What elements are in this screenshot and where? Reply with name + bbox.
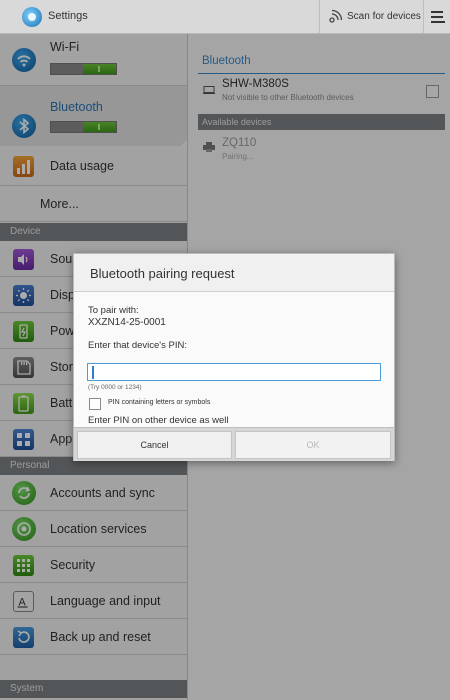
checkbox-label: PIN containing letters or symbols <box>108 399 211 406</box>
pin-input-field[interactable] <box>87 363 381 383</box>
action-bar: Settings Scan for devices <box>0 0 450 34</box>
pairing-dialog: Bluetooth pairing request To pair with: … <box>73 253 395 461</box>
cancel-button[interactable]: Cancel <box>77 431 232 459</box>
device-id: XXZN14-25-0001 <box>88 317 166 328</box>
scan-label: Scan for devices <box>347 11 421 22</box>
enter-pin-label: Enter that device's PIN: <box>88 340 187 351</box>
pair-with-label: To pair with: <box>88 305 139 316</box>
scan-for-devices-button[interactable]: Scan for devices <box>319 0 423 34</box>
overflow-menu-button[interactable] <box>423 0 450 34</box>
letters-symbols-checkbox[interactable] <box>89 398 101 410</box>
other-device-note: Enter PIN on other device as well <box>88 415 229 426</box>
app-title: Settings <box>48 10 88 22</box>
settings-gear-icon[interactable] <box>22 7 42 27</box>
pin-input[interactable] <box>88 366 380 383</box>
text-caret <box>92 366 94 379</box>
overflow-menu-icon <box>431 11 445 23</box>
dialog-title-bar: Bluetooth pairing request <box>74 254 394 292</box>
pin-hint: (Try 0000 or 1234) <box>88 384 142 391</box>
scan-radar-icon <box>329 9 343 23</box>
dialog-title: Bluetooth pairing request <box>90 266 235 281</box>
ok-button[interactable]: OK <box>235 431 391 459</box>
